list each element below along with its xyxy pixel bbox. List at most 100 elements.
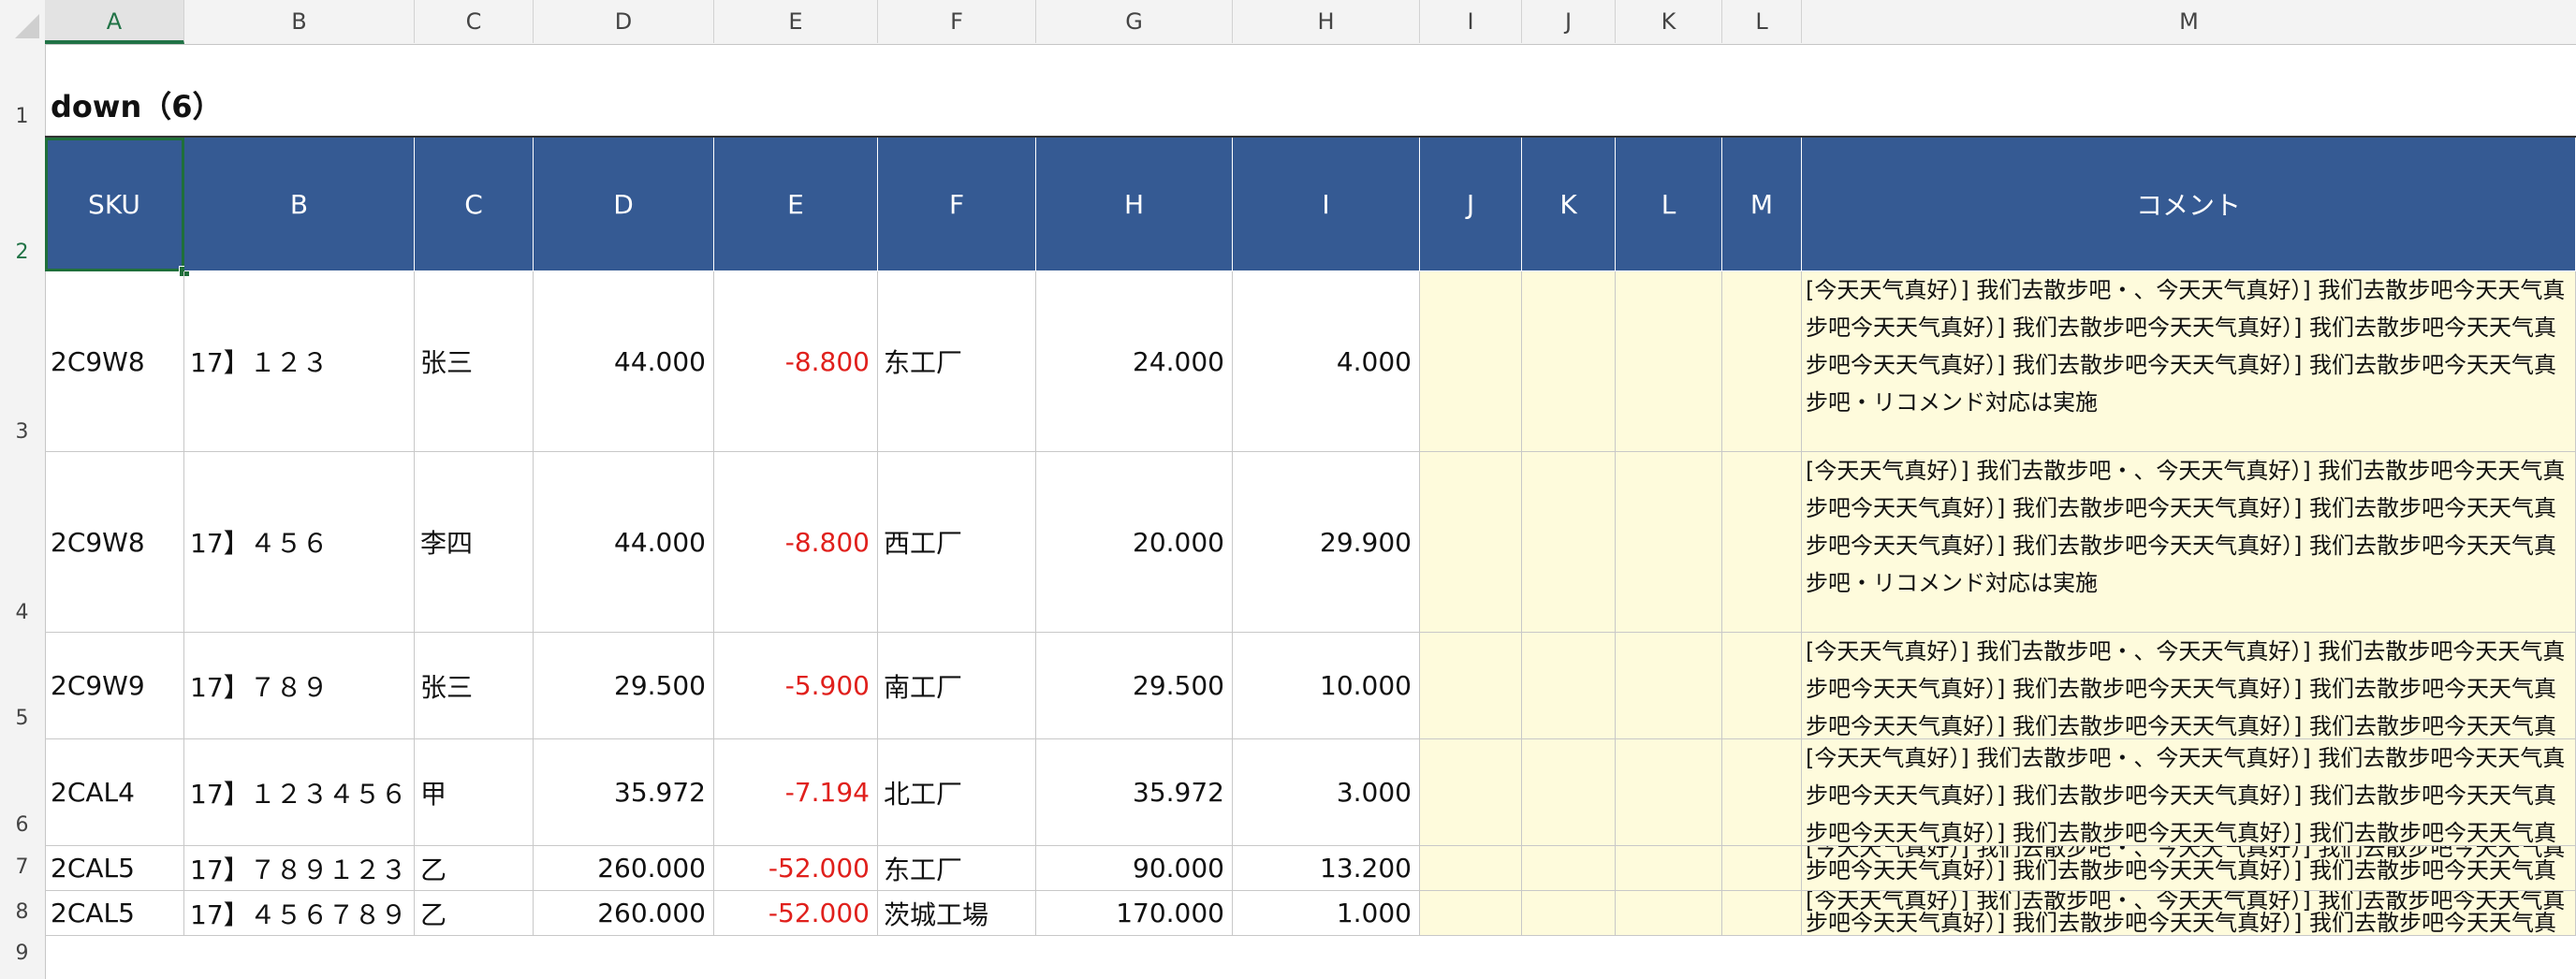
header-cell-m[interactable]: M (1722, 138, 1802, 271)
header-cell-b[interactable]: B (184, 138, 415, 271)
cell-i[interactable]: 1.000 (1233, 891, 1420, 936)
cell-sku[interactable]: 2C9W8 (45, 452, 184, 633)
cell-k[interactable] (1522, 633, 1616, 739)
cell-j[interactable] (1420, 633, 1522, 739)
column-header-m[interactable]: M (1802, 0, 2576, 43)
header-cell-j[interactable]: J (1420, 138, 1522, 271)
column-header-f[interactable]: F (878, 0, 1036, 43)
column-header-h[interactable]: H (1233, 0, 1420, 43)
cell-i[interactable]: 10.000 (1233, 633, 1420, 739)
cell-k[interactable] (1522, 891, 1616, 936)
column-header-a[interactable]: A (45, 0, 184, 44)
header-cell-d[interactable]: D (534, 138, 714, 271)
column-header-g[interactable]: G (1036, 0, 1233, 43)
column-header-d[interactable]: D (534, 0, 714, 43)
header-cell-h[interactable]: H (1036, 138, 1233, 271)
cell-l[interactable] (1616, 633, 1722, 739)
cell-k[interactable] (1522, 452, 1616, 633)
cell-sku[interactable]: 2CAL5 (45, 846, 184, 891)
column-header-l[interactable]: L (1722, 0, 1802, 43)
cell-e[interactable]: -7.194 (714, 739, 878, 846)
row-header-3[interactable]: 3 (0, 411, 44, 453)
column-header-k[interactable]: K (1616, 0, 1722, 43)
header-cell-i[interactable]: I (1233, 138, 1420, 271)
row-header-7[interactable]: 7 (0, 849, 44, 886)
header-cell-k[interactable]: K (1522, 138, 1616, 271)
column-header-c[interactable]: C (415, 0, 534, 43)
cell-l[interactable] (1616, 891, 1722, 936)
cell-l[interactable] (1616, 452, 1722, 633)
cell-f[interactable]: 东工厂 (878, 846, 1036, 891)
cell-e[interactable]: -52.000 (714, 891, 878, 936)
cell-h[interactable]: 29.500 (1036, 633, 1233, 739)
header-cell-comment[interactable]: コメント (1802, 138, 2576, 271)
cell-c[interactable]: 乙 (415, 846, 534, 891)
cell-d[interactable]: 44.000 (534, 452, 714, 633)
cell-sku[interactable]: 2C9W9 (45, 633, 184, 739)
row-header-4[interactable]: 4 (0, 592, 44, 634)
cell-h[interactable]: 170.000 (1036, 891, 1233, 936)
cell-m[interactable] (1722, 846, 1802, 891)
cell-e[interactable]: -5.900 (714, 633, 878, 739)
cell-f[interactable]: 东工厂 (878, 271, 1036, 452)
cell-comment[interactable]: [今天天气真好）] 我们去散步吧・、今天天气真好）] 我们去散步吧今天天气真 步… (1802, 739, 2576, 846)
cell-i[interactable]: 29.900 (1233, 452, 1420, 633)
cell-k[interactable] (1522, 846, 1616, 891)
cell-b[interactable]: 17】１２３４５６ (184, 739, 415, 846)
row-header-6[interactable]: 6 (0, 804, 44, 846)
header-cell-e[interactable]: E (714, 138, 878, 271)
cell-j[interactable] (1420, 846, 1522, 891)
cell-d[interactable]: 35.972 (534, 739, 714, 846)
cell-comment[interactable]: [今天天气真好）] 我们去散步吧・、今天天气真好）] 我们去散步吧今天天气真 步… (1802, 633, 2576, 739)
cell-m[interactable] (1722, 271, 1802, 452)
cell-f[interactable]: 南工厂 (878, 633, 1036, 739)
cell-comment[interactable]: [今天天气真好）] 我们去散步吧・、今天天气真好）] 我们去散步吧今天天气真 步… (1802, 271, 2576, 452)
cell-b[interactable]: 17】７８９ (184, 633, 415, 739)
cell-b[interactable]: 17】７８９１２３ (184, 846, 415, 891)
cell-l[interactable] (1616, 846, 1722, 891)
row-header-8[interactable]: 8 (0, 894, 44, 931)
column-header-e[interactable]: E (714, 0, 878, 43)
cell-h[interactable]: 24.000 (1036, 271, 1233, 452)
cell-f[interactable]: 茨城工場 (878, 891, 1036, 936)
cell-e[interactable]: -8.800 (714, 452, 878, 633)
title-row[interactable]: down（6） (45, 44, 2576, 138)
row-header-2[interactable]: 2 (0, 231, 44, 273)
cell-h[interactable]: 90.000 (1036, 846, 1233, 891)
cell-d[interactable]: 260.000 (534, 891, 714, 936)
cell-l[interactable] (1616, 739, 1722, 846)
column-header-b[interactable]: B (184, 0, 415, 43)
cell-k[interactable] (1522, 271, 1616, 452)
cell-f[interactable]: 西工厂 (878, 452, 1036, 633)
select-all-corner[interactable] (0, 0, 46, 43)
cell-j[interactable] (1420, 452, 1522, 633)
cell-l[interactable] (1616, 271, 1722, 452)
cell-b[interactable]: 17】４５６７８９ (184, 891, 415, 936)
cell-i[interactable]: 3.000 (1233, 739, 1420, 846)
cell-sku[interactable]: 2CAL4 (45, 739, 184, 846)
cell-comment[interactable]: [今天天气真好）] 我们去散步吧・、今天天气真好）] 我们去散步吧今天天气真 步… (1802, 846, 2576, 891)
header-cell-sku[interactable]: SKU (45, 138, 184, 271)
cell-d[interactable]: 29.500 (534, 633, 714, 739)
cell-c[interactable]: 甲 (415, 739, 534, 846)
cell-c[interactable]: 张三 (415, 633, 534, 739)
column-header-i[interactable]: I (1420, 0, 1522, 43)
cell-m[interactable] (1722, 739, 1802, 846)
cell-d[interactable]: 44.000 (534, 271, 714, 452)
cell-m[interactable] (1722, 633, 1802, 739)
cell-m[interactable] (1722, 452, 1802, 633)
cell-j[interactable] (1420, 891, 1522, 936)
column-header-j[interactable]: J (1522, 0, 1616, 43)
cell-k[interactable] (1522, 739, 1616, 846)
cell-j[interactable] (1420, 271, 1522, 452)
header-cell-f[interactable]: F (878, 138, 1036, 271)
cell-c[interactable]: 张三 (415, 271, 534, 452)
cell-comment[interactable]: [今天天气真好）] 我们去散步吧・、今天天气真好）] 我们去散步吧今天天气真 步… (1802, 452, 2576, 633)
cell-i[interactable]: 4.000 (1233, 271, 1420, 452)
header-cell-c[interactable]: C (415, 138, 534, 271)
row-header-9[interactable]: 9 (0, 935, 44, 972)
cell-comment[interactable]: [今天天气真好）] 我们去散步吧・、今天天气真好）] 我们去散步吧今天天气真 步… (1802, 891, 2576, 936)
cell-b[interactable]: 17】４５６ (184, 452, 415, 633)
cell-h[interactable]: 35.972 (1036, 739, 1233, 846)
cell-h[interactable]: 20.000 (1036, 452, 1233, 633)
